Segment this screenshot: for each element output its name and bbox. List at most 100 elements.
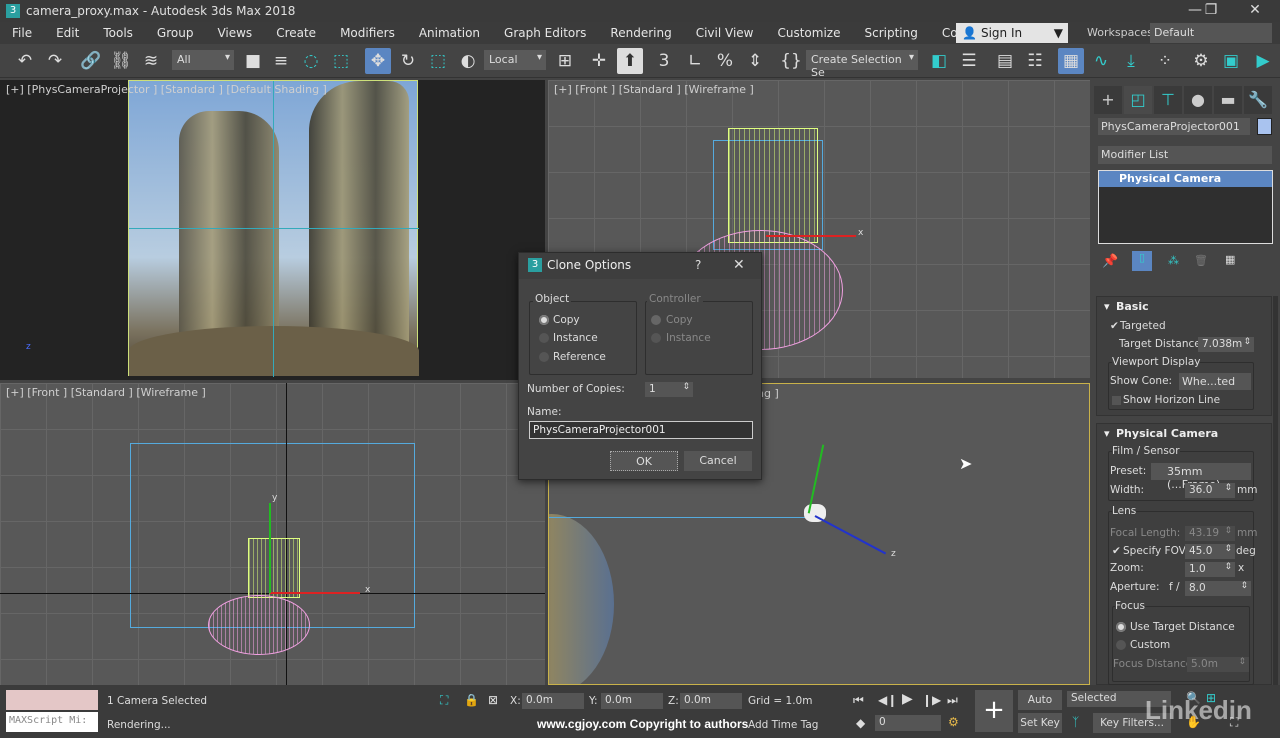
radio-copy-label[interactable]: Copy <box>553 314 580 326</box>
link-icon[interactable]: 🔗 <box>78 48 104 74</box>
select-by-name-icon[interactable]: ≡ <box>268 48 294 74</box>
menu-scripting[interactable]: Scripting <box>852 26 929 40</box>
time-configuration-icon[interactable]: ⚙ <box>948 715 959 729</box>
width-spinner[interactable]: 36.0 <box>1185 483 1235 498</box>
rendered-frame-window-icon[interactable]: ▣ <box>1218 48 1244 74</box>
menu-create[interactable]: Create <box>264 26 328 40</box>
menu-modifiers[interactable]: Modifiers <box>328 26 407 40</box>
radio-instance[interactable] <box>539 333 549 343</box>
radio-reference-label[interactable]: Reference <box>553 351 606 363</box>
object-name-field[interactable]: PhysCameraProjector001 <box>1098 118 1250 135</box>
reference-coordinate-dropdown[interactable]: Local <box>484 50 546 70</box>
selection-region-icon[interactable]: ◌ <box>298 48 324 74</box>
set-key-icon[interactable]: + <box>975 690 1013 732</box>
show-cone-dropdown[interactable]: Whe...ted <box>1179 373 1251 390</box>
angle-snap-icon[interactable]: ∟ <box>682 48 708 74</box>
key-mode-toggle-icon[interactable]: ◆ <box>856 716 865 730</box>
target-distance-spinner[interactable]: 7.038m <box>1198 337 1254 352</box>
viewport-front-bottom[interactable]: [+] [Front ] [Standard ] [Wireframe ] x … <box>0 383 545 685</box>
menu-graph-editors[interactable]: Graph Editors <box>492 26 598 40</box>
isolate-selection-icon[interactable]: ⛶ <box>440 693 448 708</box>
object-color-swatch[interactable] <box>1257 118 1272 135</box>
selection-filter-dropdown[interactable]: All <box>172 50 234 70</box>
hierarchy-tab-icon[interactable]: ⊤ <box>1154 86 1182 114</box>
cancel-button[interactable]: Cancel <box>684 451 752 471</box>
select-object-icon[interactable]: ■ <box>240 48 266 74</box>
rotate-icon[interactable]: ↻ <box>395 48 421 74</box>
edit-named-selection-icon[interactable]: {} <box>778 48 804 74</box>
maxscript-listener-output[interactable] <box>6 690 98 710</box>
panel-scrollbar[interactable] <box>1273 296 1278 685</box>
dope-sheet-icon[interactable]: ⤓ <box>1118 48 1144 74</box>
lock-selection-icon[interactable]: 🔒 <box>464 693 479 707</box>
move-icon[interactable]: ✥ <box>365 48 391 74</box>
z-coordinate-field[interactable]: 0.0m <box>680 693 742 709</box>
keyboard-shortcut-override-icon[interactable]: ⬆ <box>617 48 643 74</box>
specify-fov-checkbox[interactable]: ✔ <box>1112 545 1121 557</box>
window-crossing-icon[interactable]: ⬚ <box>328 48 354 74</box>
collapse-icon[interactable]: ▾ <box>1104 427 1110 440</box>
aperture-spinner[interactable]: 8.0 <box>1185 581 1251 596</box>
go-to-end-icon[interactable]: ⏭ <box>947 693 958 708</box>
show-horizon-checkbox[interactable] <box>1112 396 1121 405</box>
set-key-button[interactable]: Set Key <box>1018 713 1062 733</box>
zoom-icon[interactable]: 🔍 <box>1186 691 1201 705</box>
menu-views[interactable]: Views <box>205 26 264 40</box>
use-target-distance-label[interactable]: Use Target Distance <box>1130 621 1235 633</box>
maximize-viewport-icon[interactable]: ⛶ <box>1230 715 1238 730</box>
render-setup-icon[interactable]: ⚙ <box>1188 48 1214 74</box>
create-tab-icon[interactable]: + <box>1094 86 1122 114</box>
x-coordinate-field[interactable]: 0.0m <box>522 693 584 709</box>
redo-icon[interactable]: ↷ <box>42 48 68 74</box>
y-coordinate-field[interactable]: 0.0m <box>601 693 663 709</box>
name-input[interactable] <box>529 421 753 439</box>
undo-icon[interactable]: ↶ <box>12 48 38 74</box>
zoom-spinner[interactable]: 1.0 <box>1185 562 1235 577</box>
pivot-center-icon[interactable]: ⊞ <box>552 48 578 74</box>
help-button[interactable]: ? <box>695 258 701 272</box>
radio-use-target-distance[interactable] <box>1116 622 1126 632</box>
menu-animation[interactable]: Animation <box>407 26 492 40</box>
radio-instance-label[interactable]: Instance <box>553 332 598 344</box>
go-to-start-icon[interactable]: ⏮ <box>853 693 864 708</box>
restore-button[interactable]: ❐ <box>1196 2 1226 18</box>
targeted-checkbox[interactable]: ✔ <box>1110 320 1119 332</box>
ok-button[interactable]: OK <box>610 451 678 471</box>
menu-customize[interactable]: Customize <box>765 26 852 40</box>
spinner-snap-icon[interactable]: ⇕ <box>742 48 768 74</box>
collapse-icon[interactable]: ▾ <box>1104 300 1110 313</box>
pan-view-icon[interactable]: ✋ <box>1186 715 1201 729</box>
bind-space-warp-icon[interactable]: ≋ <box>138 48 164 74</box>
radio-reference[interactable] <box>539 352 549 362</box>
place-icon[interactable]: ◐ <box>455 48 481 74</box>
configure-modifier-sets-icon[interactable]: ▦ <box>1225 253 1235 266</box>
add-time-tag[interactable]: Add Time Tag <box>748 719 818 731</box>
menu-file[interactable]: File <box>0 26 44 40</box>
viewport-label[interactable]: [+] [Front ] [Standard ] [Wireframe ] <box>6 386 206 399</box>
play-icon[interactable]: ▶ <box>902 691 913 707</box>
scale-icon[interactable]: ⬚ <box>425 48 451 74</box>
layer-explorer-icon[interactable]: ☷ <box>1022 48 1048 74</box>
menu-tools[interactable]: Tools <box>91 26 145 40</box>
motion-tab-icon[interactable]: ● <box>1184 86 1212 114</box>
fov-spinner[interactable]: 45.0 <box>1185 544 1235 559</box>
mirror-icon[interactable]: ◧ <box>926 48 952 74</box>
radio-custom[interactable] <box>1116 640 1126 650</box>
named-selection-dropdown[interactable]: Create Selection Se <box>806 50 918 79</box>
unlink-icon[interactable]: ⛓ <box>108 48 134 74</box>
utilities-tab-icon[interactable]: 🔧 <box>1244 86 1272 114</box>
make-unique-icon[interactable]: ⁂ <box>1168 254 1179 267</box>
close-button[interactable]: ✕ <box>1240 2 1270 18</box>
maxscript-mini-listener[interactable]: MAXScript Mi: <box>6 712 98 732</box>
curve-editor-icon[interactable]: ∿ <box>1088 48 1114 74</box>
physical-camera-rollout-title[interactable]: Physical Camera <box>1116 427 1218 440</box>
menu-rendering[interactable]: Rendering <box>598 26 683 40</box>
percent-snap-icon[interactable]: % <box>712 48 738 74</box>
preset-dropdown[interactable]: 35mm (...Frame) <box>1151 463 1251 491</box>
snap-toggle-icon[interactable]: 3 <box>651 48 677 74</box>
workspaces-dropdown[interactable]: Default <box>1150 23 1272 43</box>
basic-rollout-title[interactable]: Basic <box>1116 300 1149 313</box>
zoom-all-icon[interactable]: ⊞ <box>1206 691 1216 705</box>
viewport-label[interactable]: [+] [PhysCameraProjector ] [Standard ] [… <box>6 83 327 96</box>
remove-modifier-icon[interactable]: 🗑 <box>1194 254 1208 267</box>
